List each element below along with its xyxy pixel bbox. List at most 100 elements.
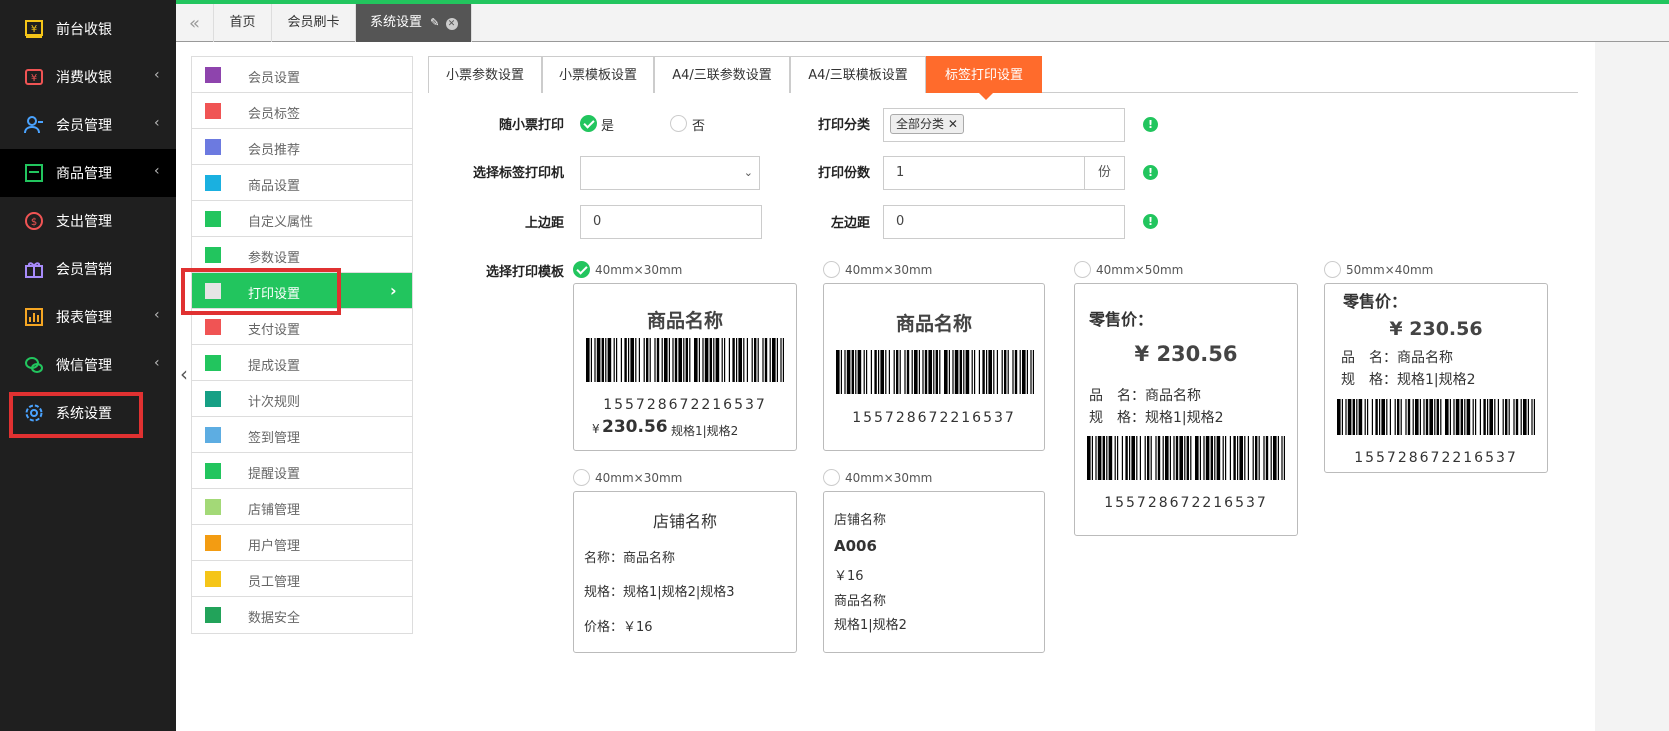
template-4-price: ¥ 230.56 (1389, 318, 1483, 340)
left-margin-input[interactable]: 0 (883, 205, 1125, 239)
radio-no[interactable] (670, 115, 687, 132)
top-margin-input[interactable]: 0 (580, 205, 762, 239)
template-4-radio[interactable] (1324, 261, 1341, 278)
sidebar-item-members[interactable]: 会员管理 ‹ (0, 101, 176, 149)
printer-select[interactable]: ⌄ (580, 156, 760, 190)
submenu-item-reminders[interactable]: 提醒设置 (192, 453, 412, 489)
template-4-size: 50mm×40mm (1346, 263, 1434, 277)
submenu-item-commission[interactable]: 提成设置 (192, 345, 412, 381)
submenu-item-data-security[interactable]: 数据安全 (192, 597, 412, 633)
template-3-card[interactable]: 零售价： ¥ 230.56 品 名：商品名称 规 格：规格1|规格2 15572… (1074, 283, 1298, 536)
remove-tag-icon[interactable]: ✕ (948, 117, 958, 131)
tab-receipt-templates[interactable]: 小票模板设置 (542, 56, 654, 93)
submenu-item-custom-attributes[interactable]: 自定义属性 (192, 201, 412, 237)
template-1-size: 40mm×30mm (595, 263, 683, 277)
sidebar-item-label: 前台收银 (56, 22, 112, 38)
info-icon[interactable]: ! (1143, 165, 1158, 180)
svg-text:¥: ¥ (31, 73, 37, 84)
template-label: 选择打印模板 (485, 265, 564, 280)
settings-submenu: 会员设置 会员标签 会员推荐 商品设置 自定义属性 参数设置 打印设置 › 支付设… (191, 56, 413, 634)
submenu-item-member-settings[interactable]: 会员设置 (192, 57, 412, 93)
rules-icon (205, 391, 221, 407)
sidebar-item-consume[interactable]: ¥ 消费收银 ‹ (0, 53, 176, 101)
category-tag[interactable]: 全部分类 ✕ (890, 114, 964, 134)
sliders-icon (205, 247, 221, 263)
template-5-card[interactable]: 店铺名称 名称：商品名称 规格：规格1|规格2|规格3 价格：￥16 (573, 491, 797, 653)
chevron-right-icon: › (390, 281, 397, 300)
template-6-radio[interactable] (823, 469, 840, 486)
copies-input[interactable]: 1 (883, 156, 1085, 190)
template-6-spec: 规格1|规格2 (834, 618, 907, 633)
template-6-card[interactable]: 店铺名称 A006 ￥16 商品名称 规格1|规格2 (823, 491, 1045, 653)
submenu-label: 用户管理 (248, 539, 301, 554)
category-tag-label: 全部分类 (896, 117, 945, 131)
wechat-icon (25, 357, 43, 373)
user-icon (205, 535, 221, 551)
tab-home[interactable]: 首页 (214, 4, 272, 42)
template-3-size: 40mm×50mm (1096, 263, 1184, 277)
top-margin-label: 上边距 (524, 216, 564, 231)
tab-a4-templates[interactable]: A4/三联模板设置 (790, 56, 926, 93)
barcode-icon (1337, 399, 1535, 435)
gift-icon (25, 262, 43, 278)
template-4-card[interactable]: 零售价： ¥ 230.56 品 名：商品名称 规 格：规格1|规格2 15572… (1324, 283, 1548, 473)
sidebar-item-reports[interactable]: 报表管理 ‹ (0, 293, 176, 341)
barcode-icon (586, 338, 784, 382)
submenu-item-goods-settings[interactable]: 商品设置 (192, 165, 412, 201)
sidebar-item-cashier[interactable]: ¥ 前台收银 (0, 5, 176, 53)
submenu-item-member-recommend[interactable]: 会员推荐 (192, 129, 412, 165)
copies-label: 打印份数 (817, 166, 870, 181)
sidebar-item-expense[interactable]: $ 支出管理 (0, 197, 176, 245)
sidebar-item-label: 报表管理 (56, 310, 112, 326)
active-tab-caret (979, 93, 993, 100)
template-2-card[interactable]: 商品名称 155728672216537 (823, 283, 1045, 451)
template-5-name: 名称：商品名称 (584, 551, 676, 566)
template-6-code: A006 (834, 537, 877, 555)
highlight-box-print-settings (181, 268, 341, 315)
info-icon[interactable]: ! (1143, 117, 1158, 132)
template-3-price-label: 零售价： (1089, 310, 1154, 329)
template-3-radio[interactable] (1074, 261, 1091, 278)
template-6-price: ￥16 (834, 569, 864, 584)
radio-yes[interactable] (580, 115, 597, 132)
tab-a4-params[interactable]: A4/三联参数设置 (654, 56, 790, 93)
template-4-price-label: 零售价： (1343, 292, 1408, 311)
submenu-item-users[interactable]: 用户管理 (192, 525, 412, 561)
template-1-radio[interactable] (573, 261, 590, 278)
sidebar-item-wechat[interactable]: 微信管理 ‹ (0, 341, 176, 389)
submenu-item-staff[interactable]: 员工管理 (192, 561, 412, 597)
template-5-radio[interactable] (573, 469, 590, 486)
sidebar-item-marketing[interactable]: 会员营销 (0, 245, 176, 293)
tab-member-card[interactable]: 会员刷卡 (272, 4, 356, 42)
tab-receipt-params[interactable]: 小票参数设置 (428, 56, 542, 93)
tab-label-print-settings[interactable]: 标签打印设置 (926, 56, 1042, 93)
submenu-item-count-rules[interactable]: 计次规则 (192, 381, 412, 417)
template-1-name: 商品名称 (646, 310, 723, 332)
svg-text:$: $ (31, 217, 37, 228)
checkin-icon (205, 427, 221, 443)
chart-icon (205, 607, 221, 623)
template-4-barcode: 155728672216537 (1354, 450, 1518, 466)
close-icon[interactable]: ✕ (445, 18, 458, 30)
template-1-card[interactable]: 商品名称 155728672216537 ¥ 230.56 规格1|规格2 (573, 283, 797, 451)
template-4-name: 品 名：商品名称 (1341, 350, 1453, 366)
print-category-label: 打印分类 (817, 118, 870, 133)
sidebar-item-goods[interactable]: 商品管理 ‹ (0, 149, 176, 197)
template-2-radio[interactable] (823, 261, 840, 278)
goods-settings-icon (205, 175, 221, 191)
collapse-tabs-button[interactable]: « (176, 4, 214, 42)
tab-system-settings[interactable]: 系统设置 ✎ ✕ (356, 4, 472, 42)
template-3-spec: 规 格：规格1|规格2 (1089, 410, 1224, 426)
sidebar-item-label: 商品管理 (56, 166, 112, 182)
collapse-submenu-icon[interactable]: ‹ (180, 362, 188, 386)
info-icon[interactable]: ! (1143, 214, 1158, 229)
submenu-item-member-tags[interactable]: 会员标签 (192, 93, 412, 129)
barcode-icon (836, 350, 1034, 394)
chevron-left-icon: ‹ (154, 307, 160, 323)
submenu-item-stores[interactable]: 店铺管理 (192, 489, 412, 525)
receipt-print-label: 随小票打印 (498, 118, 564, 133)
submenu-item-checkin[interactable]: 签到管理 (192, 417, 412, 453)
pin-icon[interactable]: ✎ (430, 16, 439, 29)
commission-icon (205, 355, 221, 371)
bell-icon (205, 463, 221, 479)
